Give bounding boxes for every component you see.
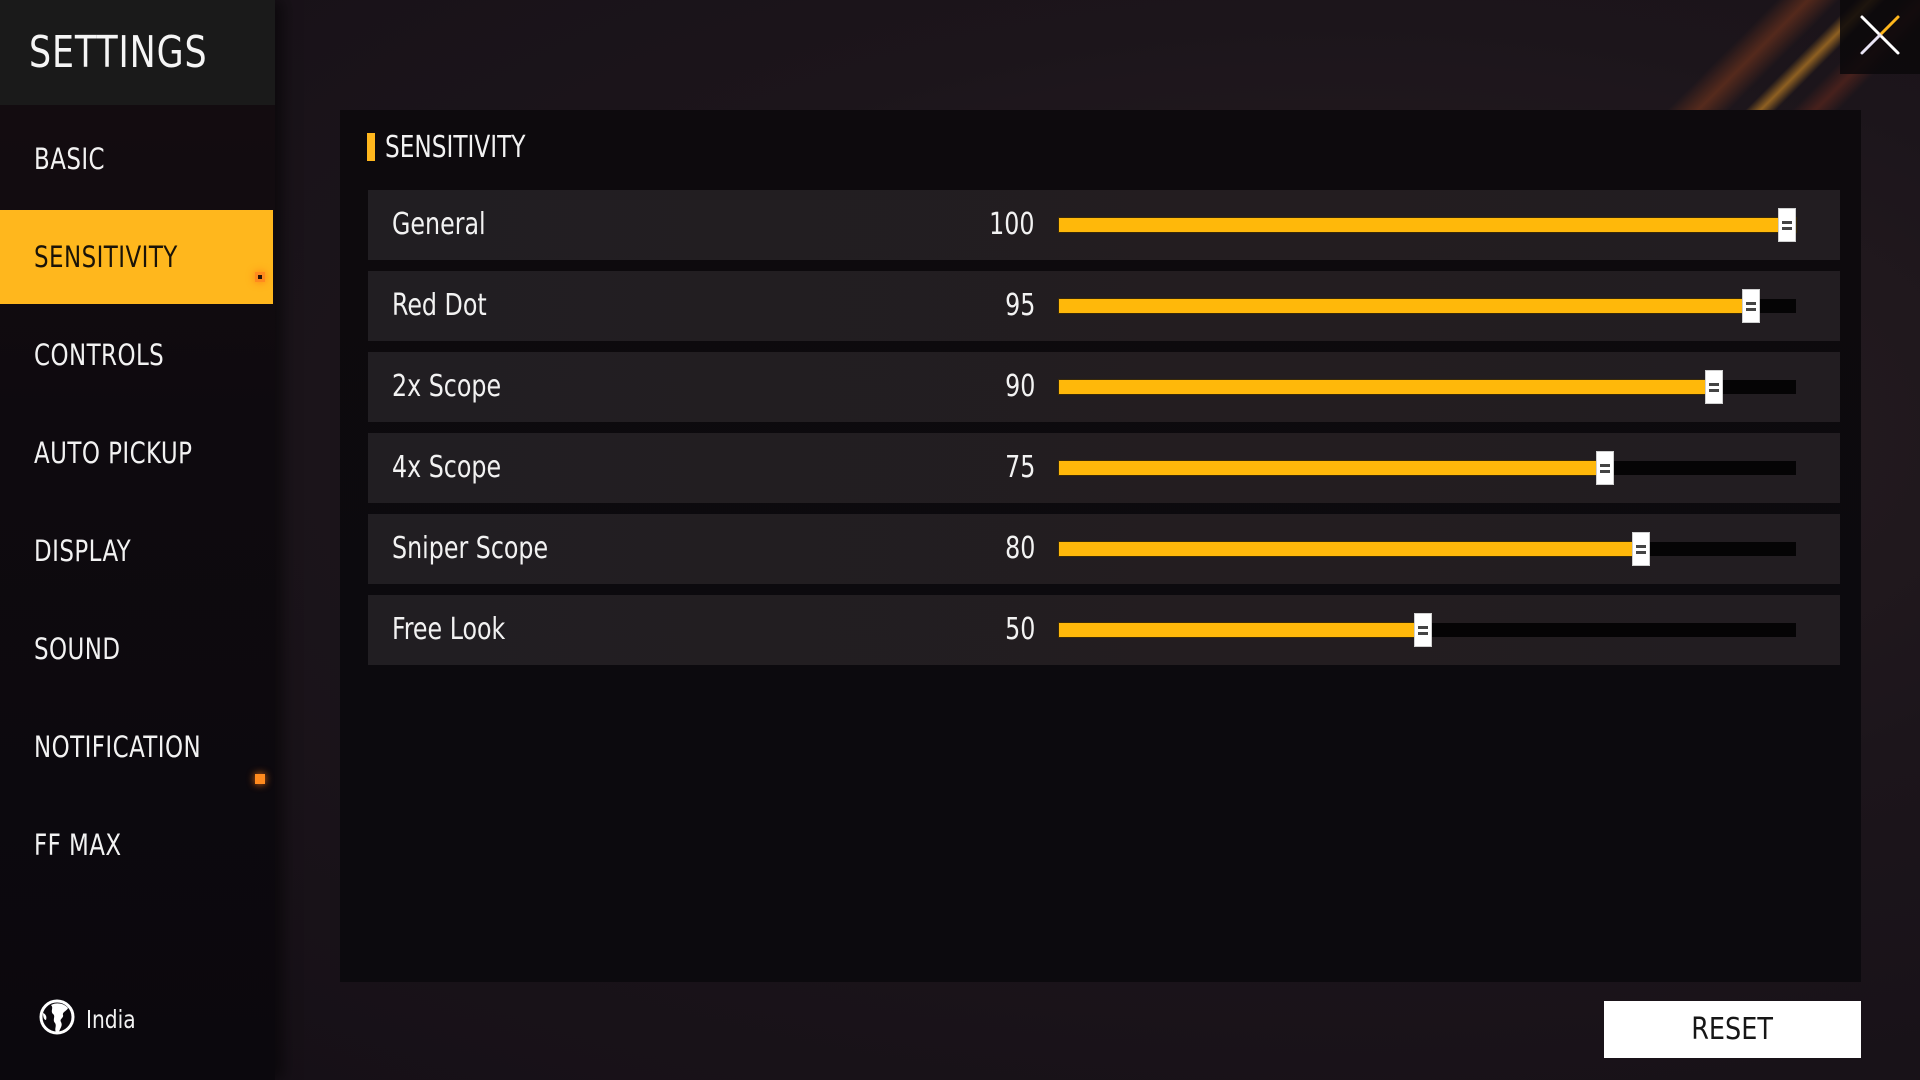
notification-badge [255, 272, 265, 282]
page-title: SETTINGS [29, 27, 208, 78]
section-accent-bar [367, 133, 375, 161]
section-title: SENSITIVITY [385, 129, 526, 165]
nav-item-label: FF MAX [34, 828, 122, 862]
nav-item-display[interactable]: DISPLAY [0, 502, 275, 600]
sensitivity-row-general: General 100 [368, 190, 1840, 260]
slider-thumb[interactable] [1705, 370, 1724, 404]
setting-value: 75 [1004, 450, 1035, 485]
slider-thumb[interactable] [1596, 451, 1614, 485]
slider-thumb[interactable] [1414, 613, 1432, 647]
setting-value: 50 [1004, 612, 1035, 647]
setting-label: Red Dot [392, 288, 487, 323]
settings-list: General 100 Red Dot 95 2x Scope 90 4x Scope 75 S… [368, 190, 1840, 676]
nav-item-controls[interactable]: CONTROLS [0, 272, 275, 404]
nav-item-label: CONTROLS [34, 338, 165, 372]
sensitivity-slider[interactable] [1059, 613, 1796, 647]
nav-item-ff-max[interactable]: FF MAX [0, 774, 275, 894]
setting-label: 4x Scope [392, 450, 502, 485]
setting-label: General [392, 207, 486, 242]
sensitivity-slider[interactable] [1059, 289, 1796, 323]
slider-thumb[interactable] [1741, 289, 1760, 323]
notification-badge [255, 774, 265, 784]
slider-fill [1059, 542, 1649, 556]
section-header: SENSITIVITY [367, 129, 548, 165]
nav-item-label: AUTO PICKUP [34, 436, 193, 470]
region-selector[interactable]: India [38, 998, 141, 1040]
slider-fill [1059, 299, 1760, 313]
sensitivity-row-red-dot: Red Dot 95 [368, 271, 1840, 341]
nav-item-notification[interactable]: NOTIFICATION [0, 698, 275, 796]
setting-value: 90 [1004, 369, 1035, 404]
sidebar: SETTINGS BASIC SENSITIVITY CONTROLS AUTO… [0, 0, 275, 1080]
slider-thumb[interactable] [1632, 532, 1651, 566]
nav-item-label: NOTIFICATION [34, 730, 202, 764]
nav-item-auto-pickup[interactable]: AUTO PICKUP [0, 404, 275, 502]
sensitivity-slider[interactable] [1059, 370, 1796, 404]
setting-label: Free Look [392, 612, 506, 647]
globe-icon [38, 998, 76, 1040]
sensitivity-row-4x-scope: 4x Scope 75 [368, 433, 1840, 503]
close-icon [1858, 13, 1902, 61]
sensitivity-row-sniper-scope: Sniper Scope 80 [368, 514, 1840, 584]
nav-item-label: SOUND [34, 632, 121, 666]
setting-label: 2x Scope [392, 369, 502, 404]
sensitivity-slider[interactable] [1059, 451, 1796, 485]
setting-value: 100 [989, 207, 1035, 242]
nav-item-label: SENSITIVITY [34, 240, 178, 274]
nav-item-label: BASIC [34, 142, 106, 176]
sensitivity-slider[interactable] [1059, 532, 1796, 566]
slider-fill [1059, 623, 1428, 637]
sensitivity-row-free-look: Free Look 50 [368, 595, 1840, 665]
setting-value: 80 [1004, 531, 1035, 566]
sensitivity-row-2x-scope: 2x Scope 90 [368, 352, 1840, 422]
sensitivity-panel: SENSITIVITY General 100 Red Dot 95 2x Scope 9… [340, 110, 1861, 982]
nav-item-sensitivity[interactable]: SENSITIVITY [0, 210, 273, 304]
nav-item-label: DISPLAY [34, 534, 132, 568]
close-button[interactable] [1840, 0, 1920, 74]
sidebar-header: SETTINGS [0, 0, 275, 105]
slider-fill [1059, 461, 1612, 475]
reset-button[interactable]: RESET [1604, 1001, 1861, 1058]
slider-fill [1059, 218, 1796, 232]
nav-item-basic[interactable]: BASIC [0, 110, 275, 208]
slider-fill [1059, 380, 1723, 394]
settings-nav: BASIC SENSITIVITY CONTROLS AUTO PICKUP D… [0, 110, 275, 894]
setting-label: Sniper Scope [392, 531, 549, 566]
reset-label: RESET [1691, 1012, 1774, 1047]
slider-thumb[interactable] [1778, 208, 1796, 242]
sensitivity-slider[interactable] [1059, 208, 1796, 242]
setting-value: 95 [1004, 288, 1035, 323]
nav-item-sound[interactable]: SOUND [0, 600, 275, 698]
region-label: India [86, 1004, 136, 1034]
